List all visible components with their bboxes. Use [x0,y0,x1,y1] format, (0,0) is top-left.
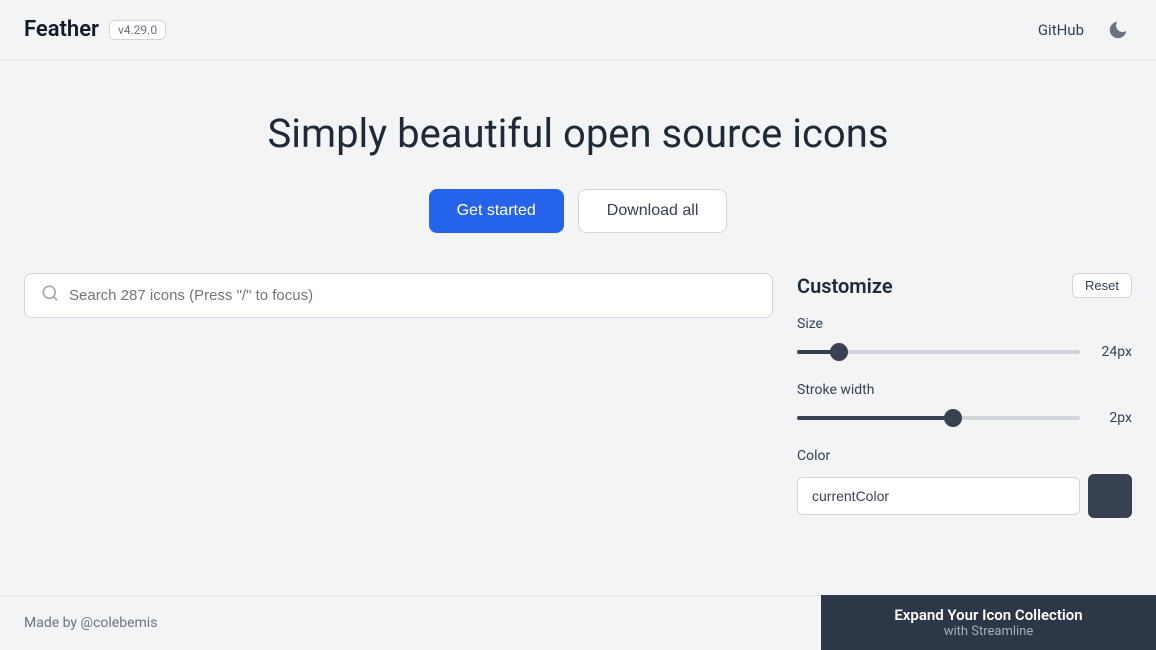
stroke-slider-track [797,416,1080,420]
header-left: Feather v4.29.0 [24,17,166,42]
footer-promo[interactable]: Expand Your Icon Collection with Streaml… [821,595,1156,650]
github-link[interactable]: GitHub [1038,21,1084,39]
made-by-text: Made by @colebemis [24,615,157,631]
stroke-width-control: Stroke width 2px [797,382,1132,428]
customize-panel: Customize Reset Size 24px Stroke width [797,273,1132,538]
color-input[interactable] [797,477,1080,515]
size-slider-thumb[interactable] [830,343,848,361]
color-swatch[interactable] [1088,474,1132,518]
header: Feather v4.29.0 GitHub [0,0,1156,60]
hero-section: Simply beautiful open source icons Get s… [0,60,1156,273]
color-row [797,474,1132,518]
content-area: Customize Reset Size 24px Stroke width [0,273,1156,538]
stroke-slider-thumb[interactable] [944,409,962,427]
download-all-button[interactable]: Download all [578,189,728,233]
footer: Made by @colebemis Expand Your Icon Coll… [0,595,1156,650]
promo-sub: with Streamline [944,624,1034,639]
customize-title: Customize [797,274,893,298]
left-column [24,273,773,538]
size-value: 24px [1092,344,1132,360]
size-slider-container[interactable] [797,342,1080,362]
stroke-slider-container[interactable] [797,408,1080,428]
stroke-slider-row: 2px [797,408,1132,428]
size-slider-row: 24px [797,342,1132,362]
header-right: GitHub [1038,16,1132,44]
logo: Feather [24,17,99,42]
stroke-slider-fill [797,416,953,420]
stroke-value: 2px [1092,410,1132,426]
search-input[interactable] [69,287,756,304]
color-control: Color [797,448,1132,518]
search-icon [41,284,59,307]
get-started-button[interactable]: Get started [429,189,564,233]
customize-header: Customize Reset [797,273,1132,298]
size-label: Size [797,316,1132,332]
search-box [24,273,773,318]
color-label: Color [797,448,1132,464]
size-slider-track [797,350,1080,354]
footer-left: Made by @colebemis [0,595,821,650]
hero-buttons: Get started Download all [429,189,728,233]
hero-title: Simply beautiful open source icons [268,110,889,157]
promo-title: Expand Your Icon Collection [894,606,1082,624]
version-badge: v4.29.0 [109,20,166,40]
stroke-width-label: Stroke width [797,382,1132,398]
moon-icon[interactable] [1104,16,1132,44]
size-control: Size 24px [797,316,1132,362]
reset-button[interactable]: Reset [1072,273,1132,298]
